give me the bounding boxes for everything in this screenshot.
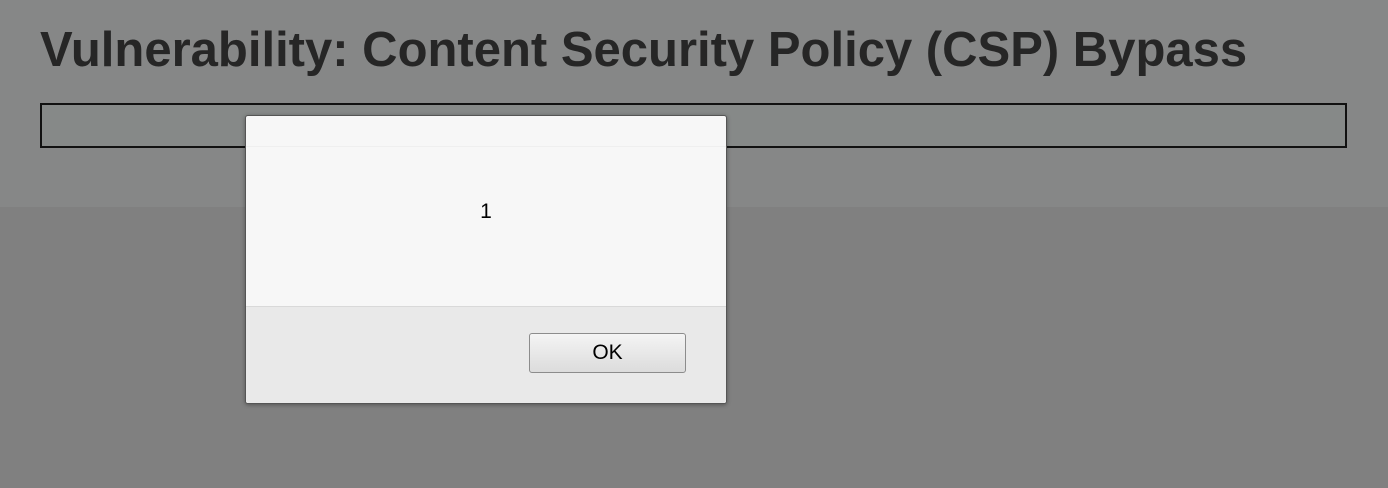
page-title: Vulnerability: Content Security Policy (…: [40, 23, 1248, 77]
ok-button[interactable]: OK: [529, 333, 686, 373]
dialog-footer: OK: [246, 306, 726, 403]
dialog-divider: [246, 146, 726, 147]
page: Vulnerability: Content Security Policy (…: [0, 0, 1388, 488]
alert-dialog: 1 OK: [245, 115, 727, 404]
alert-message: 1: [480, 200, 492, 223]
